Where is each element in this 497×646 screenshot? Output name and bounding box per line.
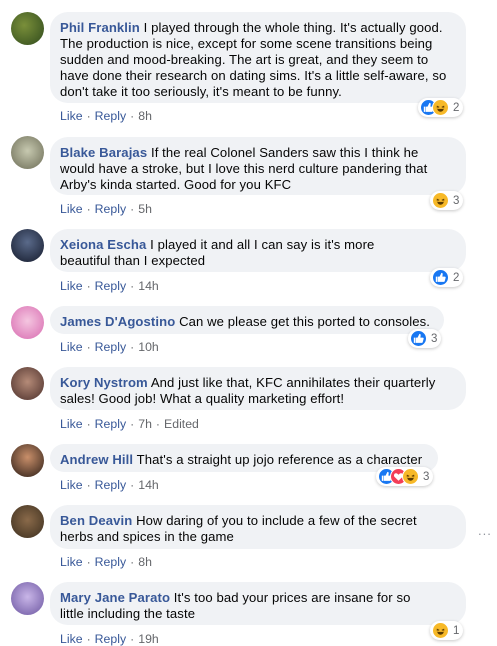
avatar[interactable] bbox=[11, 12, 44, 45]
reaction-summary[interactable]: 2 bbox=[418, 98, 464, 117]
reply-link[interactable]: Reply bbox=[95, 478, 126, 492]
reaction-count: 3 bbox=[453, 194, 460, 207]
reaction-summary[interactable]: 3 bbox=[408, 329, 442, 348]
comment-bubble: Mary Jane Parato It's too bad your price… bbox=[50, 582, 466, 625]
haha-reaction-icon bbox=[432, 622, 449, 639]
reaction-count: 2 bbox=[453, 271, 460, 284]
comment-author[interactable]: Andrew Hill bbox=[60, 452, 133, 467]
comment-author[interactable]: Xeiona Escha bbox=[60, 237, 146, 252]
reply-link[interactable]: Reply bbox=[95, 340, 126, 354]
reaction-count: 2 bbox=[453, 101, 460, 114]
comment-author[interactable]: Kory Nystrom bbox=[60, 375, 148, 390]
comment-text: Can we please get this ported to console… bbox=[179, 314, 431, 329]
comment-timestamp[interactable]: 8h bbox=[138, 109, 152, 123]
avatar[interactable] bbox=[11, 367, 44, 400]
comment-text: That's a straight up jojo reference as a… bbox=[136, 452, 423, 467]
avatar[interactable] bbox=[11, 444, 44, 477]
comment-actions: Like · Reply · 7h · Edited bbox=[60, 417, 199, 431]
like-link[interactable]: Like bbox=[60, 340, 83, 354]
comment-timestamp[interactable]: 14h bbox=[138, 279, 159, 293]
reply-link[interactable]: Reply bbox=[95, 632, 126, 646]
comment-actions: Like · Reply · 10h bbox=[60, 340, 159, 354]
like-link[interactable]: Like bbox=[60, 555, 83, 569]
comment-bubble: Ben Deavin How daring of you to include … bbox=[50, 505, 466, 549]
like-link[interactable]: Like bbox=[60, 279, 83, 293]
comment-timestamp[interactable]: 14h bbox=[138, 478, 159, 492]
comment-bubble: Blake Barajas If the real Colonel Sander… bbox=[50, 137, 466, 195]
comment-author[interactable]: James D'Agostino bbox=[60, 314, 175, 329]
comment-bubble: James D'Agostino Can we please get this … bbox=[50, 306, 444, 334]
reaction-count: 1 bbox=[453, 624, 460, 637]
comment-actions: Like · Reply · 5h bbox=[60, 202, 152, 216]
haha-reaction-icon bbox=[432, 192, 449, 209]
like-link[interactable]: Like bbox=[60, 632, 83, 646]
comment-bubble: Kory Nystrom And just like that, KFC ann… bbox=[50, 367, 466, 410]
like-link[interactable]: Like bbox=[60, 109, 83, 123]
comment-actions: Like · Reply · 8h bbox=[60, 109, 152, 123]
comment-author[interactable]: Phil Franklin bbox=[60, 20, 140, 35]
comment-timestamp[interactable]: 8h bbox=[138, 555, 152, 569]
reaction-count: 3 bbox=[431, 332, 438, 345]
avatar[interactable] bbox=[11, 505, 44, 538]
reply-link[interactable]: Reply bbox=[95, 202, 126, 216]
reply-link[interactable]: Reply bbox=[95, 279, 126, 293]
comment-timestamp[interactable]: 10h bbox=[138, 340, 159, 354]
avatar[interactable] bbox=[11, 306, 44, 339]
comment-actions: Like · Reply · 14h bbox=[60, 279, 159, 293]
haha-reaction-icon bbox=[432, 99, 449, 116]
avatar[interactable] bbox=[11, 582, 44, 615]
comment-timestamp[interactable]: 19h bbox=[138, 632, 159, 646]
like-link[interactable]: Like bbox=[60, 478, 83, 492]
comment-actions: Like · Reply · 14h bbox=[60, 478, 159, 492]
reaction-count: 3 bbox=[423, 470, 430, 483]
reaction-summary[interactable]: 3 bbox=[376, 467, 434, 486]
comment-timestamp[interactable]: 7h bbox=[138, 417, 152, 431]
comment-author[interactable]: Mary Jane Parato bbox=[60, 590, 170, 605]
comment-author[interactable]: Ben Deavin bbox=[60, 513, 132, 528]
like-link[interactable]: Like bbox=[60, 202, 83, 216]
avatar[interactable] bbox=[11, 229, 44, 262]
edited-label[interactable]: Edited bbox=[164, 417, 199, 431]
comment-timestamp[interactable]: 5h bbox=[138, 202, 152, 216]
comment-actions: Like · Reply · 8h bbox=[60, 555, 152, 569]
like-reaction-icon bbox=[410, 330, 427, 347]
reaction-summary[interactable]: 3 bbox=[430, 191, 464, 210]
reply-link[interactable]: Reply bbox=[95, 109, 126, 123]
reaction-summary[interactable]: 1 bbox=[430, 621, 464, 640]
comment-bubble: Xeiona Escha I played it and all I can s… bbox=[50, 229, 466, 272]
haha-reaction-icon bbox=[402, 468, 419, 485]
comment-author[interactable]: Blake Barajas bbox=[60, 145, 147, 160]
reply-link[interactable]: Reply bbox=[95, 555, 126, 569]
like-reaction-icon bbox=[432, 269, 449, 286]
avatar[interactable] bbox=[11, 136, 44, 169]
comment-bubble: Phil Franklin I played through the whole… bbox=[50, 12, 466, 103]
reply-link[interactable]: Reply bbox=[95, 417, 126, 431]
like-link[interactable]: Like bbox=[60, 417, 83, 431]
comment-actions: Like · Reply · 19h bbox=[60, 632, 159, 646]
reaction-summary[interactable]: 2 bbox=[430, 268, 464, 287]
more-options-icon[interactable]: ... bbox=[478, 523, 492, 538]
